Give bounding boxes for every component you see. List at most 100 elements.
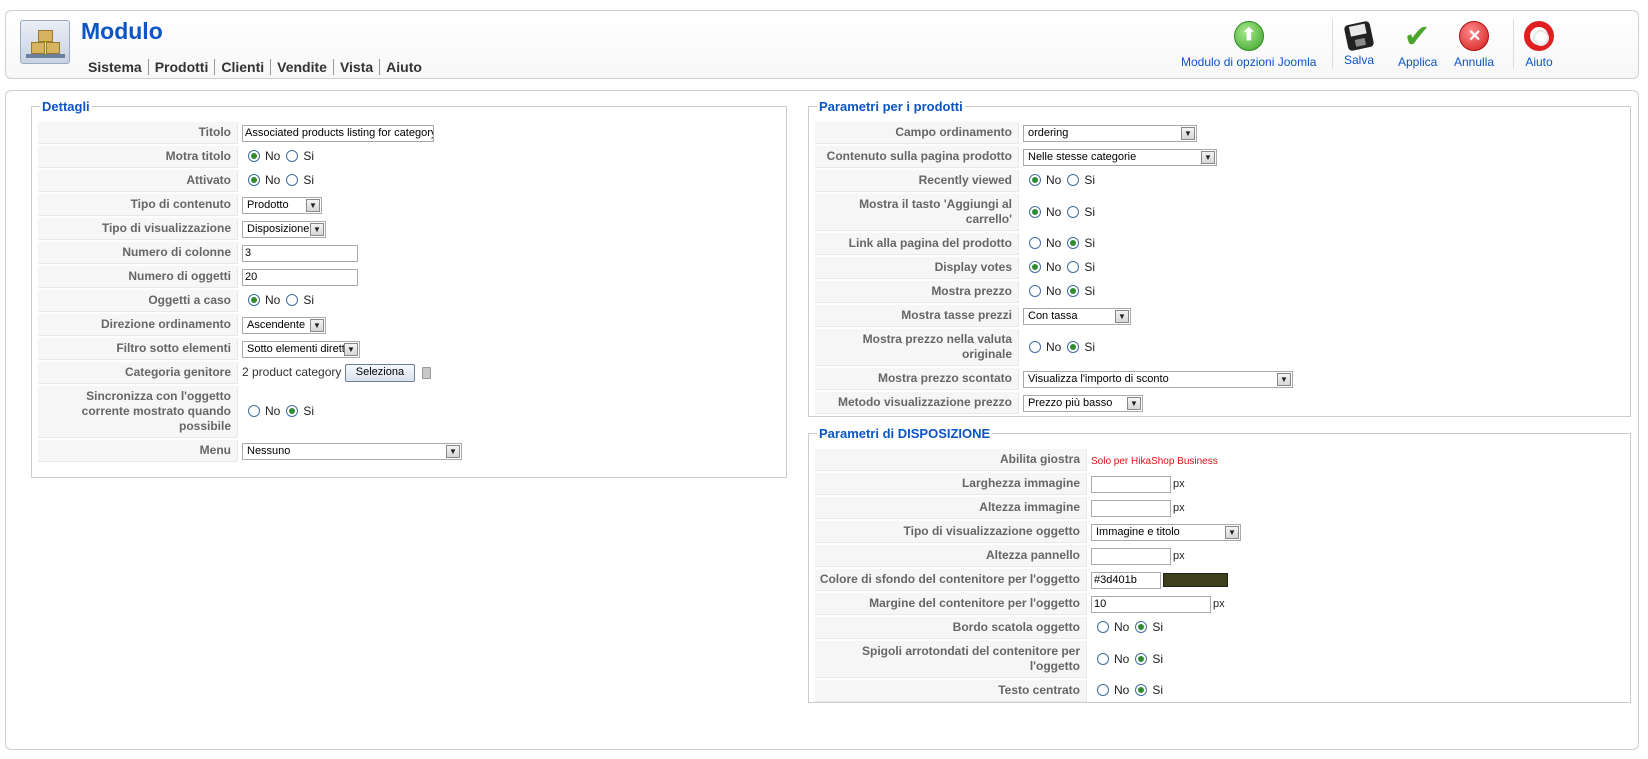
menu-item-aiuto[interactable]: Aiuto — [379, 59, 428, 75]
radio-si[interactable] — [286, 294, 299, 306]
radio-no[interactable] — [1029, 237, 1041, 249]
tipo-contenuto-select[interactable]: Prodotto ▼ — [242, 196, 322, 214]
prezzo-radio: No Si — [1023, 284, 1095, 298]
product-params-legend: Parametri per i prodotti — [819, 99, 963, 114]
row-titolo: Titolo Associated products listing for c… — [38, 122, 780, 144]
row-prezzo: Mostra prezzo No Si — [815, 281, 1624, 303]
row-direzione: Direzione ordinamento Ascendente ▼ — [38, 314, 780, 336]
apply-button[interactable]: Applica — [1398, 17, 1437, 69]
radio-no[interactable] — [1029, 261, 1041, 273]
radio-si[interactable] — [1067, 237, 1080, 249]
row-filtro: Filtro sotto elementi Sotto elementi dir… — [38, 338, 780, 360]
row-tipo-vis-oggetto: Tipo di visualizzazione oggetto Immagine… — [815, 521, 1624, 543]
mostra-titolo-radio: No Si — [242, 149, 314, 163]
radio-si[interactable] — [1067, 205, 1080, 218]
row-larghezza: Larghezza immagine px — [815, 473, 1624, 495]
row-carrello: Mostra il tasto 'Aggiungi al carrello' N… — [815, 194, 1624, 231]
row-link: Link alla pagina del prodotto No Si — [815, 233, 1624, 255]
layout-params-table: Abilita giostra Solo per HikaShop Busine… — [815, 447, 1624, 704]
product-params-fieldset: Parametri per i prodotti Campo ordinamen… — [808, 99, 1631, 417]
radio-no[interactable] — [1097, 621, 1109, 633]
lifebuoy-icon — [1524, 21, 1554, 51]
menu-item-vendite[interactable]: Vendite — [270, 59, 333, 75]
radio-si[interactable] — [1135, 652, 1148, 665]
oggetti-caso-radio: No Si — [242, 293, 314, 307]
radio-no[interactable] — [248, 405, 260, 417]
row-altezza-pannello: Altezza pannello px — [815, 545, 1624, 567]
row-sincronizza: Sincronizza con l'oggetto corrente mostr… — [38, 386, 780, 438]
radio-no[interactable] — [248, 150, 260, 162]
module-logo-icon — [20, 20, 70, 64]
row-colore-sfondo: Colore di sfondo del contenitore per l'o… — [815, 569, 1624, 591]
radio-no[interactable] — [1029, 285, 1041, 297]
metodo-select[interactable]: Prezzo più basso ▼ — [1023, 394, 1143, 412]
radio-si[interactable] — [286, 150, 299, 162]
radio-no[interactable] — [1029, 174, 1041, 186]
tipo-visualizzazione-select[interactable]: Disposizione ▼ — [242, 220, 326, 238]
direzione-select[interactable]: Ascendente ▼ — [242, 316, 326, 334]
trash-icon[interactable] — [422, 367, 432, 379]
save-button[interactable]: Salva — [1343, 20, 1375, 67]
scontato-select[interactable]: Visualizza l'importo di sconto ▼ — [1023, 370, 1293, 388]
row-altezza: Altezza immagine px — [815, 497, 1624, 519]
chevron-down-icon: ▼ — [1201, 150, 1215, 164]
menu-item-clienti[interactable]: Clienti — [214, 59, 270, 75]
row-mostra-titolo: Motra titolo No Si — [38, 146, 780, 168]
help-button[interactable]: Aiuto — [1524, 21, 1554, 69]
row-attivato: Attivato No Si — [38, 170, 780, 192]
radio-si[interactable] — [1067, 174, 1080, 186]
radio-no[interactable] — [1029, 340, 1041, 353]
color-swatch[interactable] — [1163, 573, 1228, 587]
numero-colonne-input[interactable]: 3 — [242, 244, 358, 262]
row-categoria: Categoria genitore 2 product category Se… — [38, 362, 780, 384]
chevron-down-icon: ▼ — [1115, 309, 1129, 323]
row-menu: Menu Nessuno ▼ — [38, 440, 780, 462]
row-tipo-contenuto: Tipo di contenuto Prodotto ▼ — [38, 194, 780, 216]
chevron-down-icon: ▼ — [1225, 525, 1239, 539]
chevron-down-icon: ▼ — [1277, 372, 1291, 386]
radio-si[interactable] — [286, 174, 299, 186]
altezza-pannello-input[interactable] — [1091, 547, 1171, 565]
filtro-select[interactable]: Sotto elementi diretti ▼ — [242, 340, 360, 358]
radio-no[interactable] — [1029, 205, 1041, 218]
tipo-vis-oggetto-select[interactable]: Immagine e titolo ▼ — [1091, 523, 1241, 541]
valuta-radio: No Si — [1023, 340, 1095, 354]
titolo-input[interactable]: Associated products listing for category… — [242, 124, 434, 142]
radio-no[interactable] — [1097, 652, 1109, 665]
chevron-down-icon: ▼ — [344, 342, 358, 356]
campo-ordinamento-select[interactable]: ordering ▼ — [1023, 124, 1197, 142]
cancel-button[interactable]: Annulla — [1454, 21, 1494, 69]
row-tipo-visualizzazione: Tipo di visualizzazione Disposizione ▼ — [38, 218, 780, 240]
radio-si[interactable] — [1135, 684, 1148, 696]
content-area: Dettagli Titolo Associated products list… — [5, 90, 1639, 750]
menu-item-vista[interactable]: Vista — [332, 59, 379, 75]
radio-no[interactable] — [248, 174, 260, 186]
radio-si[interactable] — [1067, 261, 1080, 273]
categoria-value: 2 product category — [242, 365, 342, 380]
menu-item-sistema[interactable]: Sistema — [88, 59, 148, 75]
carrello-radio: No Si — [1023, 205, 1095, 219]
radio-no[interactable] — [248, 294, 260, 306]
numero-oggetti-input[interactable]: 20 — [242, 268, 358, 286]
contenuto-select[interactable]: Nelle stesse categorie ▼ — [1023, 148, 1217, 166]
layout-params-legend: Parametri di DISPOSIZIONE — [819, 426, 991, 441]
radio-si[interactable] — [1135, 621, 1148, 633]
radio-no[interactable] — [1097, 684, 1109, 696]
radio-si[interactable] — [1067, 340, 1080, 353]
altezza-input[interactable] — [1091, 499, 1171, 517]
larghezza-input[interactable] — [1091, 475, 1171, 493]
row-spigoli: Spigoli arrotondati del contenitore per … — [815, 641, 1624, 678]
joomla-options-button[interactable]: Modulo di opzioni Joomla — [1181, 21, 1316, 69]
margine-input[interactable]: 10 — [1091, 595, 1211, 613]
radio-si[interactable] — [286, 405, 299, 417]
menu-item-prodotti[interactable]: Prodotti — [147, 59, 215, 75]
chevron-down-icon: ▼ — [1181, 126, 1195, 140]
menu-select[interactable]: Nessuno ▼ — [242, 442, 462, 460]
row-oggetti-caso: Oggetti a caso No Si — [38, 290, 780, 312]
row-centrato: Testo centrato No Si — [815, 680, 1624, 702]
colore-sfondo-input[interactable]: #3d401b — [1091, 571, 1161, 589]
seleziona-button[interactable]: Seleziona — [344, 364, 416, 382]
chevron-down-icon: ▼ — [310, 318, 324, 332]
tasse-select[interactable]: Con tassa ▼ — [1023, 307, 1131, 325]
radio-si[interactable] — [1067, 285, 1080, 297]
